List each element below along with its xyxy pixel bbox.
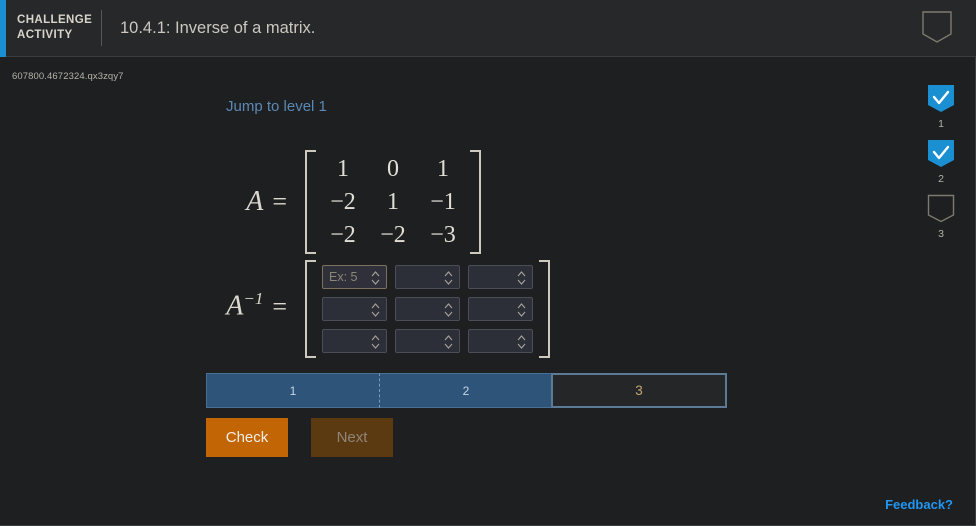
challenge-activity-label-line2: ACTIVITY (17, 29, 73, 41)
matrix-a: A = 1 0 1 −2 1 −1 −2 −2 −3 (0, 150, 900, 254)
action-buttons: Check Next (206, 418, 393, 457)
matrix-a-inverse: A−1 = (0, 254, 900, 358)
matrix-inverse-label: A−1 = (0, 289, 305, 322)
check-button[interactable]: Check (206, 418, 288, 457)
progress-bar: 1 2 3 (206, 373, 727, 408)
stepper-icon[interactable] (517, 302, 526, 318)
page-title: 10.4.1: Inverse of a matrix. (120, 18, 316, 37)
matrix-input-cell-5[interactable] (468, 297, 533, 321)
matrix-input-1[interactable] (396, 266, 444, 288)
matrix-cell: −2 (330, 189, 356, 215)
matrix-cell: 1 (437, 156, 449, 182)
progress-segment-3[interactable]: 3 (551, 373, 727, 408)
next-button: Next (311, 418, 393, 457)
bracket-left-icon (305, 260, 316, 358)
matrix-a-equals: = (272, 187, 287, 216)
shield-check-icon (928, 140, 954, 167)
matrix-cell: −1 (430, 189, 456, 215)
matrix-input-cell-0[interactable] (322, 265, 387, 289)
matrix-input-cell-4[interactable] (395, 297, 460, 321)
matrix-inverse-grid (316, 260, 539, 358)
question-id: 607800.4672324.qx3zqy7 (12, 71, 124, 82)
matrix-input-6[interactable] (323, 330, 371, 352)
stepper-icon[interactable] (371, 270, 380, 286)
matrix-problem-area: A = 1 0 1 −2 1 −1 −2 −2 −3 A−1 = Ex: 5 (0, 150, 900, 358)
feedback-link[interactable]: Feedback? (885, 497, 953, 512)
bracket-right-icon (539, 260, 550, 358)
shield-outline-icon (927, 194, 955, 223)
matrix-input-0[interactable] (323, 266, 371, 288)
level-rail: 1 2 3 (919, 84, 963, 249)
challenge-activity-page: CHALLENGE ACTIVITY 10.4.1: Inverse of a … (0, 0, 976, 526)
matrix-cell: −2 (380, 222, 406, 248)
matrix-input-cell-2[interactable] (468, 265, 533, 289)
stepper-icon[interactable] (371, 302, 380, 318)
matrix-input-4[interactable] (396, 298, 444, 320)
matrix-a-symbol: A (246, 186, 264, 217)
matrix-input-8[interactable] (469, 330, 517, 352)
challenge-activity-label: CHALLENGE ACTIVITY (17, 13, 93, 43)
matrix-input-7[interactable] (396, 330, 444, 352)
matrix-input-5[interactable] (469, 298, 517, 320)
level-indicator-1[interactable]: 1 (927, 84, 955, 130)
matrix-input-cell-6[interactable] (322, 329, 387, 353)
shield-outline-icon (921, 10, 953, 45)
bracket-right-icon (470, 150, 481, 254)
jump-to-level-link[interactable]: Jump to level 1 (226, 98, 327, 115)
matrix-a-bracketed: 1 0 1 −2 1 −1 −2 −2 −3 (305, 150, 481, 254)
matrix-input-2[interactable] (469, 266, 517, 288)
matrix-inverse-symbol: A (226, 290, 244, 322)
matrix-input-cell-7[interactable] (395, 329, 460, 353)
stepper-icon[interactable] (444, 270, 453, 286)
matrix-inverse-exponent: −1 (243, 289, 264, 309)
matrix-cell: 1 (387, 189, 399, 215)
stepper-icon[interactable] (371, 334, 380, 350)
activity-header: CHALLENGE ACTIVITY 10.4.1: Inverse of a … (0, 0, 976, 57)
matrix-inverse-bracketed (305, 260, 550, 358)
matrix-inverse-equals: = (272, 291, 287, 321)
level-number: 1 (938, 118, 944, 130)
level-indicator-3[interactable]: 3 (927, 194, 955, 240)
matrix-cell: 0 (387, 156, 399, 182)
matrix-a-grid: 1 0 1 −2 1 −1 −2 −2 −3 (316, 150, 470, 254)
progress-segment-2[interactable]: 2 (379, 373, 552, 408)
matrix-input-3[interactable] (323, 298, 371, 320)
level-number: 2 (938, 173, 944, 185)
matrix-a-label: A = (0, 186, 305, 218)
stepper-icon[interactable] (444, 334, 453, 350)
bracket-left-icon (305, 150, 316, 254)
challenge-activity-label-line1: CHALLENGE (17, 14, 93, 26)
stepper-icon[interactable] (444, 302, 453, 318)
matrix-input-cell-8[interactable] (468, 329, 533, 353)
level-number: 3 (938, 228, 944, 240)
matrix-cell: −3 (430, 222, 456, 248)
matrix-input-cell-3[interactable] (322, 297, 387, 321)
matrix-cell: −2 (330, 222, 356, 248)
progress-segment-1[interactable]: 1 (206, 373, 379, 408)
shield-check-icon (928, 85, 954, 112)
matrix-input-cell-1[interactable] (395, 265, 460, 289)
header-accent-bar (0, 0, 6, 57)
level-indicator-2[interactable]: 2 (927, 139, 955, 185)
stepper-icon[interactable] (517, 270, 526, 286)
matrix-cell: 1 (337, 156, 349, 182)
header-divider (101, 10, 102, 46)
stepper-icon[interactable] (517, 334, 526, 350)
